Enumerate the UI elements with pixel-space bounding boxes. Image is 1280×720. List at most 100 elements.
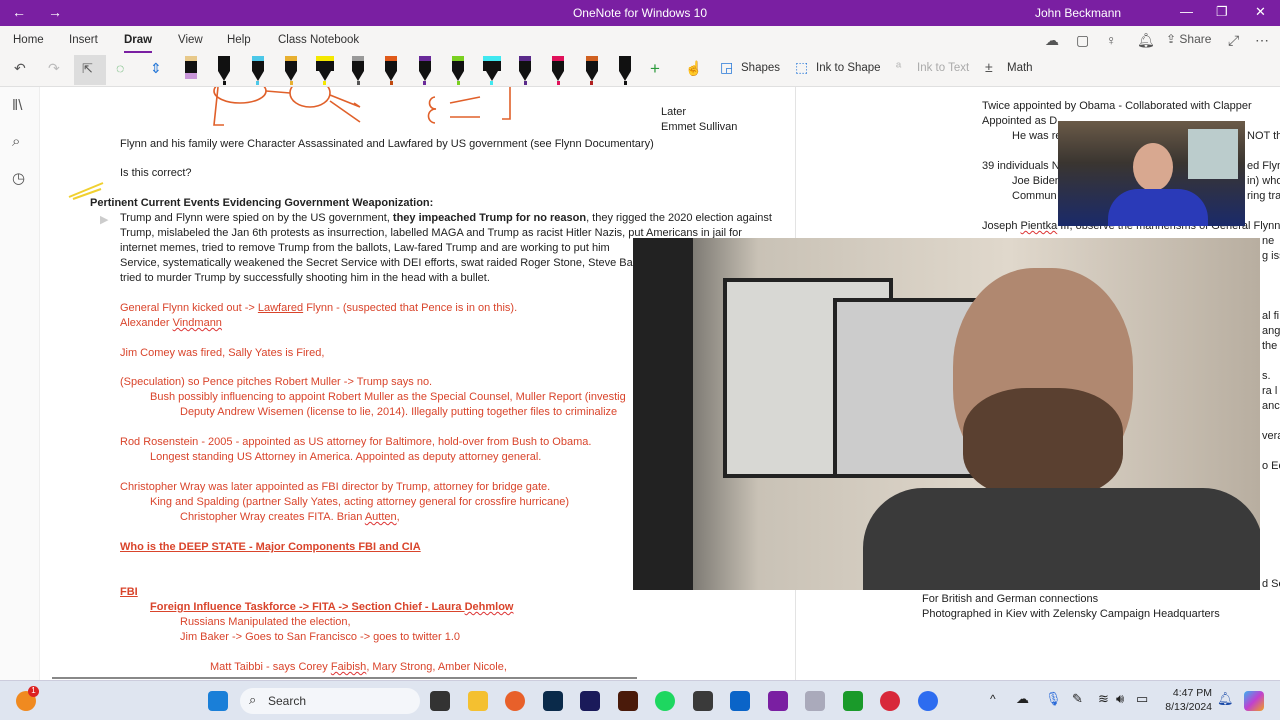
close-button[interactable]: ✕ bbox=[1255, 4, 1266, 20]
note-line: Deputy Andrew Wisemen (license to lie, 2… bbox=[180, 406, 618, 418]
tab-insert[interactable]: Insert bbox=[69, 34, 98, 46]
right-note-fragment: g iss bbox=[1262, 250, 1280, 262]
right-note-line: For British and German connections bbox=[922, 593, 1099, 605]
expand-icon[interactable]: ⤢ bbox=[1228, 32, 1239, 49]
minimize-button[interactable]: — bbox=[1180, 4, 1193, 19]
note-line: General Flynn kicked out -> Lawfared Fly… bbox=[120, 302, 518, 314]
right-note-line: Joe Biden bbox=[1012, 175, 1061, 187]
show-hidden-icons[interactable]: ^ bbox=[990, 692, 996, 706]
copilot-icon[interactable] bbox=[1244, 691, 1264, 711]
clock[interactable]: 4:47 PM 8/13/2024 bbox=[1160, 686, 1212, 714]
shapes-button[interactable]: Shapes bbox=[741, 62, 780, 74]
pen-icon[interactable] bbox=[552, 56, 565, 85]
note-question: Is this correct? bbox=[120, 167, 192, 179]
highlighter-icon[interactable] bbox=[482, 56, 501, 85]
microphone-icon[interactable]: 🎙︎ bbox=[1045, 691, 1062, 707]
lasso-type-select-icon[interactable]: ⇱ bbox=[74, 55, 106, 85]
battery-icon[interactable]: ▭ bbox=[1136, 691, 1148, 707]
note-line: Matt Taibbi - says Corey Faibish, Mary S… bbox=[210, 661, 507, 673]
photoshop-icon[interactable] bbox=[542, 691, 563, 711]
note-line: Foreign Influence Taskforce -> FITA -> S… bbox=[150, 601, 514, 613]
tab-class-notebook[interactable]: Class Notebook bbox=[278, 34, 359, 46]
illustrator-icon[interactable] bbox=[617, 691, 638, 711]
tab-help[interactable]: Help bbox=[227, 34, 251, 46]
onedrive-icon[interactable]: ☁ bbox=[1016, 691, 1029, 707]
page-icon[interactable]: ▢ bbox=[1076, 32, 1089, 49]
search-icon[interactable]: ⌕ bbox=[12, 133, 20, 150]
app-gray-icon[interactable] bbox=[805, 691, 825, 711]
share-button[interactable]: ⇪ Share bbox=[1166, 32, 1211, 46]
wifi-icon[interactable]: ≋ bbox=[1098, 691, 1109, 707]
ribbon: Home Insert Draw View Help Class Noteboo… bbox=[0, 26, 1280, 87]
date: 8/13/2024 bbox=[1165, 701, 1212, 713]
right-note-line: Commun bbox=[1012, 190, 1057, 202]
add-pen-icon[interactable]: + bbox=[650, 59, 660, 79]
right-note-fragment: d Se bbox=[1262, 578, 1280, 590]
paragraph-line: Trump and Flynn were spied on by the US … bbox=[120, 212, 772, 224]
pen-icon[interactable] bbox=[519, 56, 531, 85]
paragraph-handle-icon[interactable]: ▶ bbox=[100, 213, 108, 226]
maximize-button[interactable]: ❐ bbox=[1216, 4, 1228, 20]
redo-icon[interactable]: ↷ bbox=[48, 60, 60, 77]
taskbar-search[interactable]: ⌕ Search bbox=[240, 688, 420, 714]
undo-icon[interactable]: ↶ bbox=[14, 60, 26, 77]
volume-icon[interactable]: 🔊︎ bbox=[1116, 691, 1124, 707]
lasso-select-icon[interactable]: ◌ bbox=[116, 60, 124, 76]
title-bar: ← → OneNote for Windows 10 John Beckmann… bbox=[0, 0, 1280, 26]
outlook-icon[interactable] bbox=[730, 691, 750, 711]
notifications-bell-icon[interactable]: 🔔︎ bbox=[1217, 691, 1234, 707]
onenote-icon[interactable] bbox=[767, 691, 788, 711]
right-note-fragment: the bbox=[1262, 340, 1278, 352]
bell-icon[interactable]: 🔔︎ bbox=[1137, 32, 1155, 49]
notebooks-icon[interactable]: ‖\ bbox=[12, 97, 22, 114]
pen-icon[interactable] bbox=[452, 56, 465, 85]
right-note-line: in) who bbox=[1247, 175, 1280, 187]
pen-icon[interactable]: ✎ bbox=[1072, 691, 1083, 707]
pen-icon[interactable] bbox=[385, 56, 398, 85]
shapes-icon[interactable]: ◲ bbox=[720, 59, 733, 76]
pen-icon[interactable] bbox=[285, 56, 298, 85]
highlighter-icon[interactable] bbox=[315, 56, 334, 85]
expressvpn-icon[interactable] bbox=[880, 691, 900, 711]
tab-draw[interactable]: Draw bbox=[124, 34, 153, 53]
recent-icon[interactable]: ◷ bbox=[12, 169, 25, 187]
pen-icon[interactable] bbox=[585, 56, 598, 85]
deep-state-heading: Who is the DEEP STATE - Major Components… bbox=[120, 541, 421, 553]
ink-to-shape-icon[interactable]: ⬚ bbox=[795, 59, 808, 76]
windows-start-icon[interactable] bbox=[208, 691, 228, 711]
lightbulb-icon[interactable]: ♀ bbox=[1106, 32, 1117, 48]
sublime-icon[interactable] bbox=[692, 691, 713, 711]
xbox-icon[interactable] bbox=[842, 691, 863, 711]
premiere-icon[interactable] bbox=[580, 691, 600, 711]
more-icon[interactable]: ⋯ bbox=[1255, 32, 1269, 49]
ink-replay-icon[interactable]: ☝ bbox=[685, 60, 702, 77]
ink-to-text-icon: ª bbox=[896, 59, 902, 75]
pen-icon[interactable] bbox=[251, 56, 264, 85]
sync-icon[interactable]: ☁ bbox=[1045, 32, 1059, 49]
zoom-icon[interactable] bbox=[917, 691, 938, 711]
pen-icon[interactable] bbox=[218, 56, 231, 85]
add-space-icon[interactable]: ⇕ bbox=[150, 60, 162, 77]
tab-view[interactable]: View bbox=[178, 34, 203, 46]
pen-icon[interactable] bbox=[418, 56, 431, 85]
spotify-icon[interactable] bbox=[655, 691, 675, 711]
ink-to-shape-button[interactable]: Ink to Shape bbox=[816, 62, 881, 74]
math-button[interactable]: Math bbox=[1007, 62, 1033, 74]
math-icon[interactable]: ± bbox=[985, 59, 993, 75]
task-view-icon[interactable] bbox=[430, 691, 450, 711]
user-name[interactable]: John Beckmann bbox=[1035, 6, 1121, 20]
notification-badge: 1 bbox=[28, 686, 39, 697]
pen-icon[interactable] bbox=[352, 56, 364, 85]
horizontal-scrollbar[interactable] bbox=[52, 677, 637, 679]
tab-home[interactable]: Home bbox=[13, 34, 44, 46]
pen-icon[interactable] bbox=[619, 56, 632, 85]
note-page[interactable]: Later Emmet Sullivan Flynn and his famil… bbox=[40, 87, 1280, 680]
file-explorer-icon[interactable] bbox=[467, 691, 488, 711]
eraser-icon[interactable] bbox=[185, 56, 197, 82]
right-note-line: Twice appointed by Obama - Collaborated … bbox=[982, 100, 1252, 112]
note-line: Jim Comey was fired, Sally Yates is Fire… bbox=[120, 347, 325, 359]
note-line: Rod Rosenstein - 2005 - appointed as US … bbox=[120, 436, 592, 448]
firefox-icon[interactable] bbox=[505, 691, 525, 711]
right-note-line: ring tra bbox=[1247, 190, 1280, 202]
right-note-line: Appointed as D bbox=[982, 115, 1058, 127]
